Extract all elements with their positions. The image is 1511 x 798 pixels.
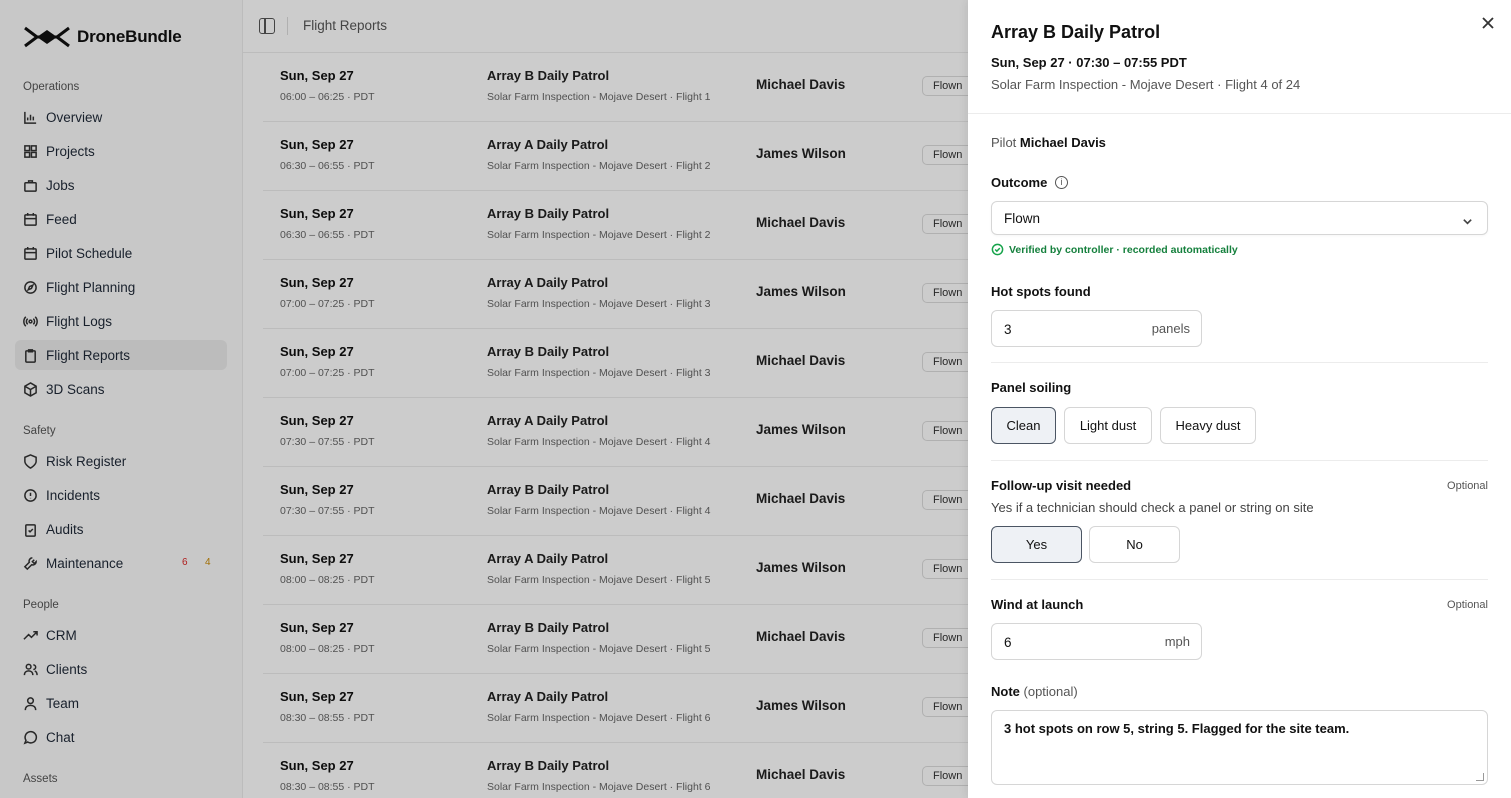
close-button[interactable] [1481, 16, 1495, 30]
divider [991, 579, 1488, 580]
note-textarea[interactable]: 3 hot spots on row 5, string 5. Flagged … [991, 710, 1488, 785]
hot-spots-unit: panels [1151, 321, 1190, 336]
chevron-down-icon [1462, 214, 1473, 232]
pilot-value: Michael Davis [1019, 135, 1106, 150]
note-label-suffix: (optional) [1023, 684, 1078, 699]
drawer-title: Array B Daily Patrol [991, 22, 1161, 42]
optional-tag: Optional [1447, 599, 1488, 611]
verified-note: Verified by controller · recorded automa… [991, 243, 1238, 256]
outcome-select[interactable]: Flown [991, 201, 1488, 235]
wind-unit: mph [1164, 634, 1190, 649]
hot-spots-value: 3 [1004, 322, 1012, 337]
close-icon [1482, 17, 1494, 29]
verified-text: Verified by controller · recorded automa… [1009, 243, 1238, 256]
follow-up-hint: Yes if a technician should check a panel… [991, 500, 1314, 515]
follow-up-option-yes[interactable]: Yes [991, 526, 1082, 563]
wind-label: Wind at launch [991, 597, 1084, 612]
pilot-line: Pilot Michael Davis [991, 135, 1106, 150]
soiling-option-heavy-dust[interactable]: Heavy dust [1160, 407, 1256, 444]
flight-report-drawer: Array B Daily Patrol Sun, Sep 27 · 07:30… [968, 0, 1511, 798]
hot-spots-label: Hot spots found [991, 284, 1091, 299]
follow-up-option-no[interactable]: No [1089, 526, 1180, 563]
divider [991, 460, 1488, 461]
resize-handle-icon[interactable] [1476, 773, 1484, 781]
modal-backdrop[interactable] [0, 0, 968, 798]
note-label-text: Note [991, 684, 1020, 699]
pilot-label: Pilot [991, 135, 1017, 150]
info-icon[interactable]: i [1055, 176, 1068, 189]
soiling-option-light-dust[interactable]: Light dust [1064, 407, 1152, 444]
divider [968, 113, 1511, 114]
flight-subtitle: Solar Farm Inspection - Mojave Desert · … [991, 77, 1301, 92]
panel-soiling-label: Panel soiling [991, 380, 1072, 395]
note-label: Note (optional) [991, 684, 1078, 699]
hot-spots-input[interactable]: 3 panels [991, 310, 1202, 347]
outcome-selected-value: Flown [1004, 211, 1041, 226]
wind-input[interactable]: 6 mph [991, 623, 1202, 660]
outcome-label: Outcome [991, 175, 1048, 190]
note-value: 3 hot spots on row 5, string 5. Flagged … [1004, 721, 1350, 736]
check-circle-icon [991, 243, 1004, 256]
wind-value: 6 [1004, 635, 1012, 650]
flight-datetime: Sun, Sep 27 · 07:30 – 07:55 PDT [991, 55, 1187, 70]
divider [991, 362, 1488, 363]
follow-up-label: Follow-up visit needed [991, 478, 1132, 493]
optional-tag: Optional [1447, 480, 1488, 492]
soiling-option-clean[interactable]: Clean [991, 407, 1056, 444]
